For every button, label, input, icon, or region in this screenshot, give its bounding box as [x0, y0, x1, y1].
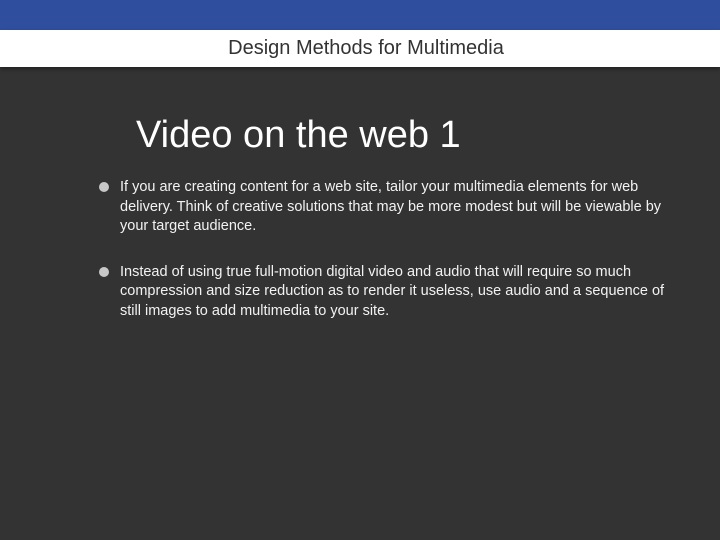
bullet-list: If you are creating content for a web si…	[98, 178, 668, 322]
bullet-text: Instead of using true full-motion digita…	[120, 263, 665, 319]
bullet-item: If you are creating content for a web si…	[98, 178, 668, 237]
slide-title: Video on the web 1	[136, 114, 461, 156]
bullet-text: If you are creating content for a web si…	[120, 179, 662, 235]
header-band: Design Methods for Multimedia	[0, 30, 720, 67]
bullet-dot-icon	[99, 182, 109, 192]
bullet-dot-icon	[99, 266, 109, 277]
top-accent-bar	[0, 0, 720, 30]
presentation-title: Design Methods for Multimedia	[228, 37, 504, 59]
bullet-item: Instead of using true full-motion digita…	[98, 263, 668, 322]
